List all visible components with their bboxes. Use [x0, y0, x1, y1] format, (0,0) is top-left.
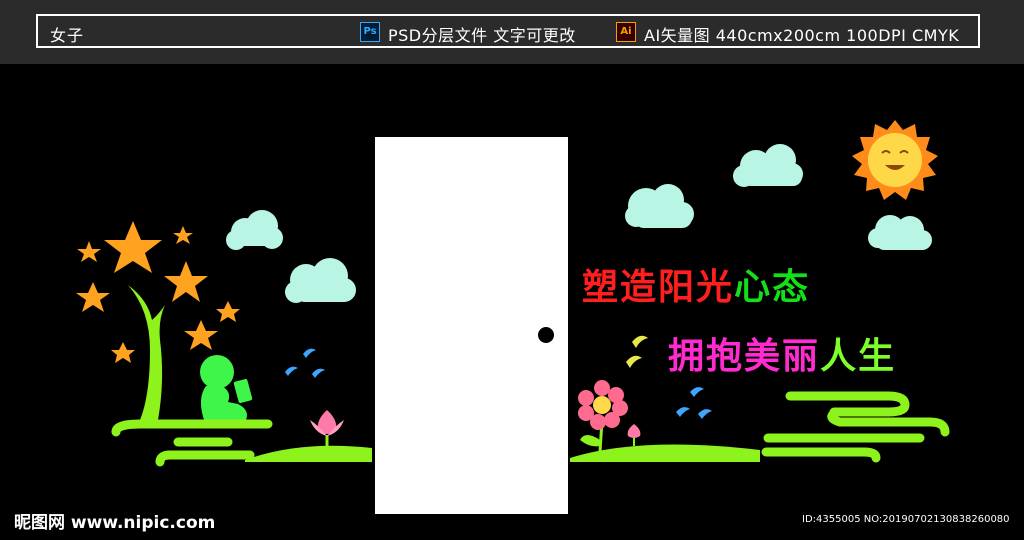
left-hill: [245, 445, 372, 462]
daisy-flower: [578, 380, 628, 453]
slogan-line-2-char: 拥: [668, 336, 707, 377]
clouds: [226, 144, 932, 303]
slogan-line-1-char: 阳: [658, 267, 697, 308]
star-icon: [173, 226, 193, 244]
tree-trunk: [128, 285, 165, 420]
slogan-line-1-char: 光: [696, 267, 735, 308]
cloud-icon: [226, 210, 283, 250]
star-icon: [164, 261, 208, 302]
slogan-line-2-char: 美: [744, 336, 783, 377]
smiling-sun-icon: [852, 120, 938, 200]
star-icon: [111, 342, 135, 363]
slogan-line-1-char: 造: [620, 267, 659, 308]
star-icon: [216, 301, 240, 322]
door-knob: [538, 327, 554, 343]
slogan-line-2-char: 抱: [706, 336, 745, 377]
reading-boy-silhouette: [200, 355, 253, 420]
image-id-watermark: ID:4355005 NO:20190702130838260080: [802, 514, 1010, 525]
slogan-line-1: 塑造阳光心态: [582, 258, 810, 310]
yellow-birds: [626, 335, 648, 368]
site-watermark: 昵图网 www.nipic.com: [14, 513, 216, 533]
cloud-icon: [625, 184, 694, 228]
star-icon: [184, 320, 218, 350]
slogan-line-1-char: 塑: [582, 267, 621, 308]
slogan-line-2-char: 人: [820, 336, 859, 377]
door: [375, 137, 568, 514]
star-icon: [76, 282, 110, 312]
star-icon: [104, 221, 162, 273]
slogan-line-1-char: 心: [734, 267, 773, 308]
right-hill: [570, 444, 760, 462]
cloud-icon: [285, 258, 356, 303]
slogan-line-1-char: 态: [772, 267, 811, 308]
slogan-line-2-char: 丽: [782, 336, 821, 377]
cloud-icon: [868, 215, 932, 250]
right-ground-swirls: [761, 391, 950, 463]
blue-birds-right: [676, 387, 712, 419]
slogan-line-2: 拥抱美丽人生: [668, 327, 896, 379]
small-pink-flower: [627, 424, 641, 446]
left-ground-swirls: [111, 419, 273, 467]
blue-birds-left: [285, 348, 325, 378]
star-icon: [77, 241, 101, 262]
cloud-icon: [733, 144, 803, 187]
slogan-line-2-char: 生: [858, 336, 897, 377]
